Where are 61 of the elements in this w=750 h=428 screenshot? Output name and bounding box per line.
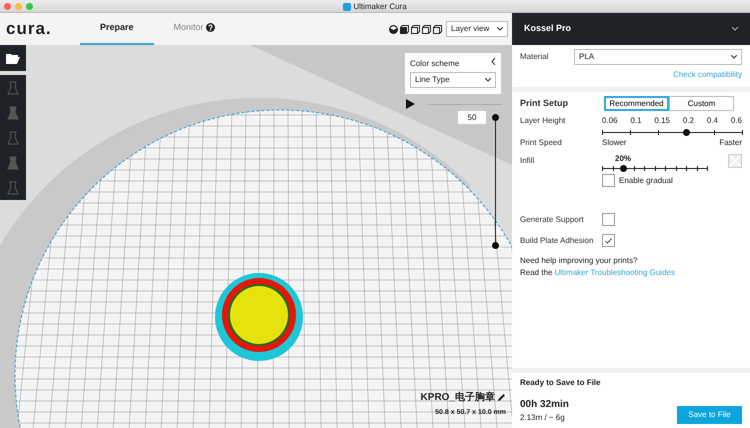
app-icon <box>343 2 352 10</box>
field-label: Infill <box>520 155 536 167</box>
tick-label: 0.2 <box>682 115 694 127</box>
vase-icon <box>7 106 19 120</box>
tick-label: 0.4 <box>706 115 718 127</box>
slider-thumb[interactable] <box>620 165 627 172</box>
checkbox-label: Enable gradual <box>619 174 673 186</box>
view-mode-dropdown[interactable]: Layer view <box>446 21 508 37</box>
speed-label: Slower <box>602 137 626 149</box>
caret-icon <box>485 78 491 82</box>
tick-label: 0.15 <box>654 115 670 127</box>
infill-value: 20% <box>615 153 631 165</box>
vase-icon <box>7 80 19 94</box>
open-file-button[interactable] <box>0 45 26 71</box>
vase-icon <box>7 156 19 170</box>
help-text: Need help improving your prints? <box>520 255 638 267</box>
window-title: Ultimaker Cura <box>353 1 407 13</box>
caret-icon <box>732 27 738 31</box>
field-label: Build Plate Adhesion <box>520 234 594 246</box>
section-title: Print Setup <box>520 96 570 110</box>
printer-header[interactable]: Kossel Pro <box>512 13 750 45</box>
checkbox[interactable] <box>602 213 615 226</box>
checkbox[interactable] <box>602 174 615 187</box>
caret-icon <box>497 27 503 31</box>
tick-label: 0.6 <box>730 115 742 127</box>
top-view-icon[interactable] <box>411 24 420 34</box>
mode-tab[interactable]: Recommended <box>604 96 669 111</box>
field-label: Layer Height <box>520 115 566 127</box>
print-time: 00h 32min <box>520 398 569 412</box>
tick-label: 0.1 <box>630 115 642 127</box>
field-label: Material <box>520 51 550 63</box>
slider-thumb[interactable] <box>683 129 690 136</box>
caret-icon <box>731 55 737 59</box>
mode-tab[interactable]: Custom <box>669 96 734 111</box>
folder-icon <box>6 52 20 64</box>
panel-title: Color scheme <box>410 58 460 70</box>
speed-label: Faster <box>719 137 742 149</box>
color-scheme-dropdown[interactable]: Line Type <box>410 72 496 88</box>
layer-number-field[interactable]: 50 <box>458 111 486 124</box>
tick-label: 0.06 <box>602 115 618 127</box>
vase-icon <box>7 180 19 194</box>
tab[interactable]: Prepare <box>80 13 154 45</box>
help-text: Read the <box>520 267 552 279</box>
object-name: KPRO_电子胸章 <box>420 390 495 404</box>
checkbox[interactable] <box>602 234 615 247</box>
front-view-icon[interactable] <box>400 24 409 34</box>
3d-view-icon[interactable] <box>389 24 398 34</box>
right-view-icon[interactable] <box>433 24 442 34</box>
left-view-icon[interactable] <box>422 24 431 34</box>
field-label: Generate Support <box>520 214 585 226</box>
material-usage: 2.13m / ~ 6g <box>520 412 566 424</box>
cura-logo: cura. <box>6 18 53 40</box>
play-icon[interactable] <box>406 99 415 109</box>
field-label: Print Speed <box>520 137 563 149</box>
vase-icon <box>7 130 19 144</box>
check-icon <box>605 238 612 244</box>
infill-pattern-icon <box>728 154 742 168</box>
collapse-icon[interactable] <box>491 58 496 65</box>
status-title: Ready to Save to File <box>520 377 602 389</box>
material-dropdown[interactable]: PLA <box>574 49 742 65</box>
pencil-icon[interactable] <box>497 392 506 402</box>
